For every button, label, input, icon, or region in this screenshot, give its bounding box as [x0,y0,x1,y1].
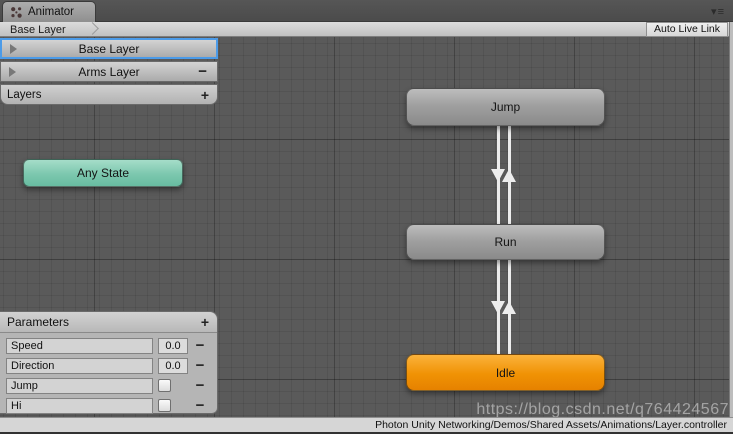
layer-row-base-layer[interactable]: Base Layer [0,38,218,59]
status-bar: Photon Unity Networking/Demos/Shared Ass… [0,417,733,432]
breadcrumb-base-layer[interactable]: Base Layer [10,23,66,37]
breadcrumb-chevron-icon [86,22,99,35]
layer-label: Base Layer [78,41,140,56]
state-label: Any State [76,166,130,180]
parameter-name-field[interactable]: Direction [6,357,153,374]
window-menu-icon[interactable]: ▾≡ [711,5,725,18]
animator-window: Animator ▾≡ Base Layer Auto Live Link An… [0,0,733,434]
state-label: Run [494,235,517,249]
state-label: Idle [495,365,516,380]
parameters-header: Parameters + [0,312,217,333]
parameters-title: Parameters [7,315,70,329]
remove-parameter-button[interactable]: − [188,398,212,413]
parameter-name-field[interactable]: Speed [6,337,153,354]
parameters-panel: Parameters + Speed 0.0 − Direction 0.0 −… [0,311,218,414]
tab-label: Animator [28,6,75,18]
state-node-jump[interactable]: Jump [406,88,605,126]
tab-animator[interactable]: Animator [2,1,96,22]
remove-layer-button[interactable]: − [198,64,207,79]
parameter-row-jump: Jump − [6,377,212,394]
remove-parameter-button[interactable]: − [188,358,212,373]
arrow-up-icon [502,301,516,314]
layer-row-arms-layer[interactable]: Arms Layer − [0,61,218,82]
add-layer-button[interactable]: + [201,87,209,103]
parameter-name-field[interactable]: Jump [6,377,153,394]
remove-parameter-button[interactable]: − [188,338,212,353]
layer-label: Arms Layer [78,64,140,79]
arrow-up-icon [502,169,516,182]
parameter-value-field[interactable]: 0.0 [158,357,188,374]
parameter-row-hi: Hi − [6,397,212,414]
vertical-scrollbar[interactable] [729,22,733,417]
breadcrumb-bar: Base Layer Auto Live Link [0,22,733,37]
parameter-name-field[interactable]: Hi [6,397,153,414]
animator-icon [11,6,22,18]
add-parameter-button[interactable]: + [201,314,209,330]
auto-live-link-button[interactable]: Auto Live Link [646,22,728,37]
tab-bar: Animator ▾≡ [0,0,733,22]
layers-panel-header: Layers + [0,84,218,105]
state-node-idle[interactable]: Idle [406,354,605,391]
parameter-row-direction: Direction 0.0 − [6,357,212,374]
state-node-run[interactable]: Run [406,224,605,260]
state-node-any-state[interactable]: Any State [23,159,183,187]
parameter-row-speed: Speed 0.0 − [6,337,212,354]
parameter-checkbox[interactable] [158,399,171,412]
state-label: Jump [490,100,521,114]
layers-panel-title: Layers [7,88,42,101]
parameter-value-field[interactable]: 0.0 [158,337,188,354]
parameter-checkbox[interactable] [158,379,171,392]
remove-parameter-button[interactable]: − [188,378,212,393]
